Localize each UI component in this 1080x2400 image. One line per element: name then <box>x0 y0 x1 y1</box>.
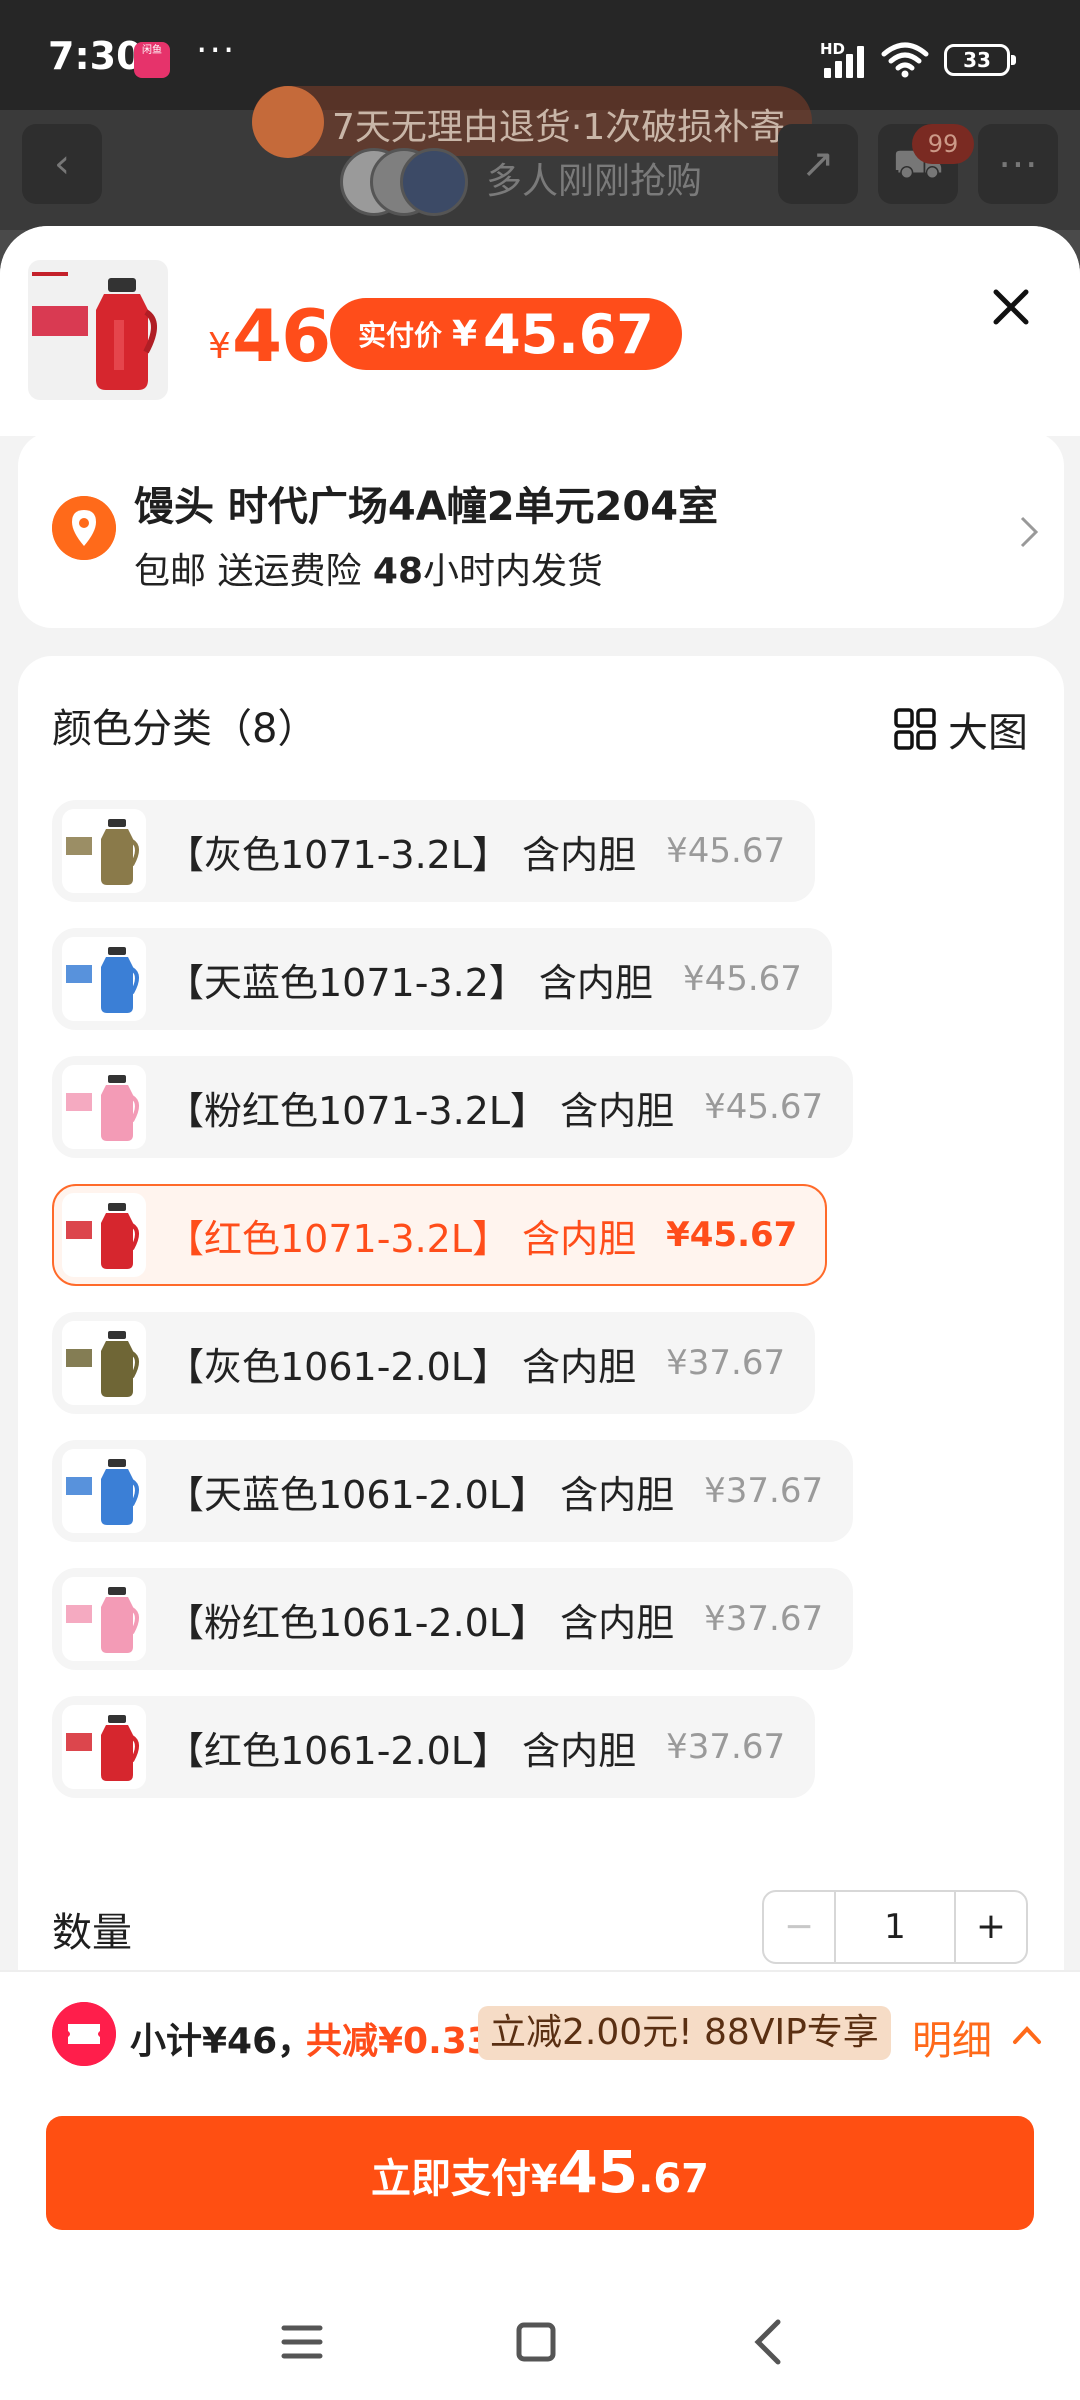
color-category-title: 颜色分类（8） <box>52 706 318 752</box>
option-label: 【粉红色1061-2.0L】 含内胆 <box>166 1600 675 1645</box>
option-label: 【灰色1071-3.2L】 含内胆 <box>166 832 637 877</box>
option-label: 【天蓝色1061-2.0L】 含内胆 <box>166 1472 675 1517</box>
decrease-button[interactable]: − <box>764 1892 834 1962</box>
address-title: 馒头 时代广场4A幢2单元204室 <box>134 484 719 530</box>
option-label: 【红色1061-2.0L】 含内胆 <box>166 1728 637 1773</box>
color-option-6[interactable]: 【天蓝色1061-2.0L】 含内胆 ¥37.67 <box>52 1440 854 1542</box>
home-icon[interactable] <box>496 2302 576 2382</box>
option-price: ¥45.67 <box>704 1087 824 1127</box>
option-label: 【灰色1061-2.0L】 含内胆 <box>166 1344 637 1389</box>
option-thumbnail <box>62 809 146 893</box>
actual-pay-currency: ¥ <box>452 313 478 355</box>
discount-total: 共减¥0.33 <box>306 2021 492 2062</box>
big-view-label: 大图 <box>948 710 1028 756</box>
quantity-stepper: − 1 + <box>762 1890 1028 1964</box>
pay-now-button[interactable]: 立即支付 ¥ 45 .67 <box>46 2116 1034 2230</box>
option-price: ¥45.67 <box>682 959 802 999</box>
product-thumbnail[interactable] <box>28 260 168 400</box>
option-price: ¥37.67 <box>666 1727 786 1767</box>
option-price: ¥45.67 <box>666 831 786 871</box>
cart-count-badge: 99 <box>912 124 974 164</box>
shipping-info: 包邮 送运费险 48小时内发货 <box>134 542 603 594</box>
close-icon[interactable] <box>986 282 1036 332</box>
option-thumbnail <box>62 1577 146 1661</box>
price-summary-row: 小计¥46， 共减¥0.33 立减2.00元! 88VIP专享 明细 <box>0 1972 1080 2092</box>
buyer-avatars <box>340 148 470 216</box>
coupon-icon <box>52 2002 116 2066</box>
color-option-8[interactable]: 【红色1061-2.0L】 含内胆 ¥37.67 <box>52 1696 816 1798</box>
actual-pay-badge: 实付价 ¥ 45.67 <box>330 298 682 370</box>
option-label: 【天蓝色1071-3.2】 含内胆 <box>166 960 653 1005</box>
menu-icon[interactable] <box>262 2302 342 2382</box>
option-thumbnail <box>62 1321 146 1405</box>
more-notifications-icon: ··· <box>196 30 237 71</box>
color-option-7[interactable]: 【粉红色1061-2.0L】 含内胆 ¥37.67 <box>52 1568 854 1670</box>
vip-discount-tag: 立减2.00元! 88VIP专享 <box>478 2006 891 2060</box>
system-nav-bar <box>0 2282 1080 2400</box>
shipping-address-card[interactable]: 馒头 时代广场4A幢2单元204室 包邮 送运费险 48小时内发货 <box>18 432 1064 628</box>
color-option-5[interactable]: 【灰色1061-2.0L】 含内胆 ¥37.67 <box>52 1312 816 1414</box>
checkout-footer: 小计¥46， 共减¥0.33 立减2.00元! 88VIP专享 明细 立即支付 … <box>0 1970 1080 2400</box>
shipping-hours: 48 <box>372 551 423 592</box>
product-price: 46 <box>232 294 331 378</box>
sheet-header: ¥ 46 实付价 ¥ 45.67 <box>0 226 1080 436</box>
option-thumbnail <box>62 1065 146 1149</box>
shipping-info-suffix: 小时内发货 <box>423 551 604 592</box>
battery-icon: 33 <box>944 44 1016 76</box>
option-label: 【粉红色1071-3.2L】 含内胆 <box>166 1088 675 1133</box>
share-icon: ↗ <box>778 124 858 204</box>
quantity-value[interactable]: 1 <box>834 1892 956 1962</box>
option-thumbnail <box>62 1449 146 1533</box>
location-pin-icon <box>52 496 116 560</box>
option-thumbnail <box>62 1193 146 1277</box>
pay-now-label: 立即支付 <box>370 2156 531 2202</box>
signal-icon <box>822 44 872 78</box>
option-price: ¥45.67 <box>666 1215 798 1255</box>
status-time: 7:30 <box>48 34 143 78</box>
pay-now-amount-int: 45 <box>557 2138 639 2206</box>
back-icon: ‹ <box>22 124 102 204</box>
option-price: ¥37.67 <box>704 1471 824 1511</box>
big-view-button[interactable]: 大图 <box>894 700 1028 758</box>
pay-now-amount-dec: .67 <box>638 2156 710 2202</box>
quantity-row: 数量 − 1 + <box>18 1876 1064 1976</box>
actual-pay-value: 45.67 <box>483 302 654 366</box>
pay-now-currency: ¥ <box>530 2157 558 2201</box>
actual-pay-label: 实付价 <box>358 319 443 352</box>
grid-icon <box>894 708 936 750</box>
option-label: 【红色1071-3.2L】 含内胆 <box>166 1216 637 1261</box>
price-detail-button[interactable]: 明细 <box>912 2008 992 2066</box>
background-page: ‹ 7天无理由退货·1次破损补寄 多人刚刚抢购 ↗ ⛟ 99 ⋯ <box>0 86 1080 230</box>
color-option-3[interactable]: 【粉红色1071-3.2L】 含内胆 ¥45.67 <box>52 1056 854 1158</box>
price-currency: ¥ <box>208 326 231 367</box>
shipping-info-prefix: 包邮 送运费险 <box>134 551 373 592</box>
thermos-image <box>32 272 157 390</box>
color-option-1[interactable]: 【灰色1071-3.2L】 含内胆 ¥45.67 <box>52 800 816 902</box>
chevron-right-icon <box>1020 516 1039 548</box>
color-option-2[interactable]: 【天蓝色1071-3.2】 含内胆 ¥45.67 <box>52 928 832 1030</box>
chevron-up-icon[interactable] <box>1010 2018 1044 2052</box>
option-thumbnail <box>62 1705 146 1789</box>
subtotal-text: 小计¥46， <box>130 2021 314 2062</box>
wifi-icon <box>881 42 929 78</box>
app-notification-icon: 闲鱼 <box>134 42 170 78</box>
option-price: ¥37.67 <box>666 1343 786 1383</box>
color-option-4[interactable]: 【红色1071-3.2L】 含内胆 ¥45.67 <box>52 1184 828 1286</box>
option-price: ¥37.67 <box>704 1599 824 1639</box>
quantity-label: 数量 <box>52 1910 132 1956</box>
increase-button[interactable]: + <box>956 1892 1026 1962</box>
return-policy-text: 7天无理由退货·1次破损补寄 <box>332 107 786 148</box>
shield-icon <box>252 86 324 158</box>
more-icon: ⋯ <box>978 124 1058 204</box>
option-thumbnail <box>62 937 146 1021</box>
back-nav-icon[interactable] <box>730 2302 810 2382</box>
recent-buyers-text: 多人刚刚抢购 <box>486 161 703 202</box>
